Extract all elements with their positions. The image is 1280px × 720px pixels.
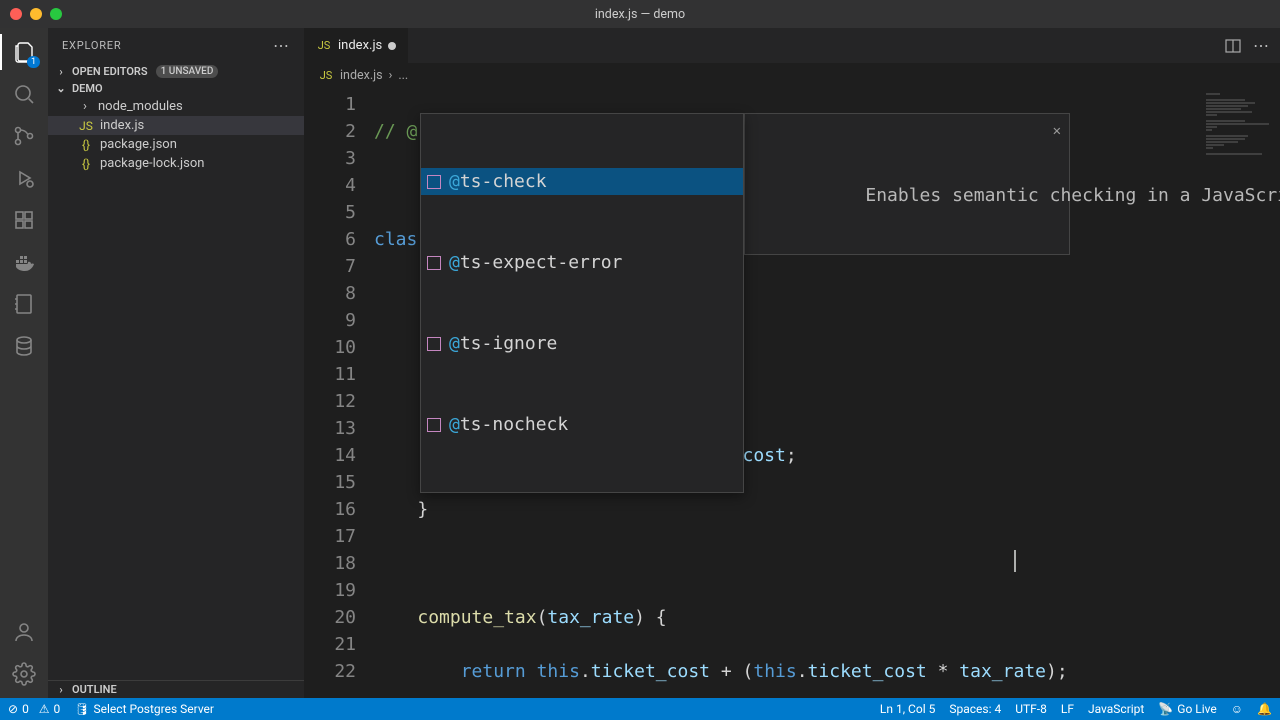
- unsaved-badge: 1 UNSAVED: [156, 65, 219, 78]
- window-controls: [10, 8, 62, 20]
- status-errors[interactable]: ⊘ 0 ⚠ 0: [8, 702, 60, 716]
- modified-dot-icon: [388, 42, 396, 50]
- json-file-icon: {}: [78, 138, 94, 152]
- status-bar: ⊘ 0 ⚠ 0 🛢 Select Postgres Server Ln 1, C…: [0, 698, 1280, 720]
- json-file-icon: {}: [78, 157, 94, 171]
- suggest-documentation: ✕ Enables semantic checking in a JavaScr…: [744, 113, 1070, 255]
- status-eol[interactable]: LF: [1061, 702, 1074, 716]
- accounts-icon[interactable]: [10, 618, 38, 646]
- notebook-icon[interactable]: [10, 290, 38, 318]
- editor-area: JS index.js ⋯ JS index.js › ... 12345678…: [304, 28, 1280, 698]
- titlebar: index.js — demo: [0, 0, 1280, 28]
- snippet-icon: [427, 418, 441, 432]
- snippet-icon: [427, 256, 441, 270]
- explorer-icon[interactable]: 1: [10, 38, 38, 66]
- tab-actions: ⋯: [1215, 28, 1280, 63]
- minimap[interactable]: [1190, 87, 1280, 698]
- status-go-live[interactable]: 📡 Go Live: [1158, 702, 1216, 716]
- explorer-more-icon[interactable]: ⋯: [273, 36, 290, 55]
- close-icon[interactable]: ✕: [1053, 118, 1061, 145]
- suggest-item-ts-ignore[interactable]: @ts-ignore: [421, 330, 743, 357]
- editor-more-icon[interactable]: ⋯: [1253, 36, 1270, 55]
- maximize-window-button[interactable]: [50, 8, 62, 20]
- window-title: index.js — demo: [595, 7, 685, 22]
- close-window-button[interactable]: [10, 8, 22, 20]
- status-cursor-position[interactable]: Ln 1, Col 5: [880, 702, 935, 716]
- project-name: DEMO: [72, 82, 103, 95]
- chevron-right-icon: ›: [54, 683, 68, 696]
- status-feedback-icon[interactable]: ☺: [1231, 702, 1243, 716]
- suggest-item-ts-expect-error[interactable]: @ts-expect-error: [421, 249, 743, 276]
- js-file-icon: JS: [78, 119, 94, 133]
- outline-section[interactable]: › OUTLINE: [48, 680, 304, 698]
- run-debug-icon[interactable]: [10, 164, 38, 192]
- open-editors-label: OPEN EDITORS: [72, 65, 148, 78]
- status-postgres[interactable]: 🛢 Select Postgres Server: [74, 702, 214, 716]
- activity-bar: 1: [0, 28, 48, 698]
- open-editors-section[interactable]: › OPEN EDITORS 1 UNSAVED: [48, 63, 304, 80]
- suggest-item-ts-check[interactable]: @ts-check: [421, 168, 743, 195]
- status-encoding[interactable]: UTF-8: [1015, 702, 1047, 716]
- sidebar: EXPLORER ⋯ › OPEN EDITORS 1 UNSAVED ⌄ DE…: [48, 28, 304, 698]
- text-cursor: [1014, 550, 1016, 572]
- explorer-label: EXPLORER: [62, 39, 121, 52]
- status-indent[interactable]: Spaces: 4: [949, 702, 1001, 716]
- suggest-item-ts-nocheck[interactable]: @ts-nocheck: [421, 411, 743, 438]
- snippet-icon: [427, 175, 441, 189]
- snippet-icon: [427, 337, 441, 351]
- database-icon[interactable]: [10, 332, 38, 360]
- js-file-icon: JS: [318, 69, 334, 82]
- outline-label: OUTLINE: [72, 683, 117, 696]
- extensions-icon[interactable]: [10, 206, 38, 234]
- tree-file-package-lock[interactable]: {}package-lock.json: [48, 154, 304, 173]
- code-lines[interactable]: // @ clas this.date = date; this.ticket_…: [374, 87, 1280, 698]
- tree-file-index-js[interactable]: JSindex.js: [48, 116, 304, 135]
- tab-label: index.js: [338, 38, 382, 53]
- tree-file-package-json[interactable]: {}package.json: [48, 135, 304, 154]
- minimize-window-button[interactable]: [30, 8, 42, 20]
- source-control-icon[interactable]: [10, 122, 38, 150]
- settings-gear-icon[interactable]: [10, 660, 38, 688]
- project-section[interactable]: ⌄ DEMO: [48, 80, 304, 97]
- search-icon[interactable]: [10, 80, 38, 108]
- chevron-right-icon: ›: [54, 65, 68, 78]
- status-bell-icon[interactable]: 🔔: [1257, 702, 1272, 716]
- code-editor[interactable]: 12345678910111213141516171819202122 // @…: [304, 87, 1280, 698]
- split-editor-icon[interactable]: [1225, 38, 1241, 54]
- breadcrumb[interactable]: JS index.js › ...: [304, 63, 1280, 87]
- tab-bar: JS index.js ⋯: [304, 28, 1280, 63]
- sidebar-header: EXPLORER ⋯: [48, 28, 304, 63]
- status-language[interactable]: JavaScript: [1088, 702, 1144, 716]
- tree-folder-node-modules[interactable]: ›node_modules: [48, 97, 304, 116]
- docker-icon[interactable]: [10, 248, 38, 276]
- line-gutter: 12345678910111213141516171819202122: [304, 87, 374, 698]
- chevron-down-icon: ⌄: [54, 82, 68, 95]
- intellisense-suggest[interactable]: @ts-check @ts-expect-error @ts-ignore @t…: [420, 113, 744, 493]
- js-file-icon: JS: [316, 39, 332, 52]
- chevron-right-icon: ›: [78, 99, 92, 114]
- tab-index-js[interactable]: JS index.js: [304, 28, 409, 63]
